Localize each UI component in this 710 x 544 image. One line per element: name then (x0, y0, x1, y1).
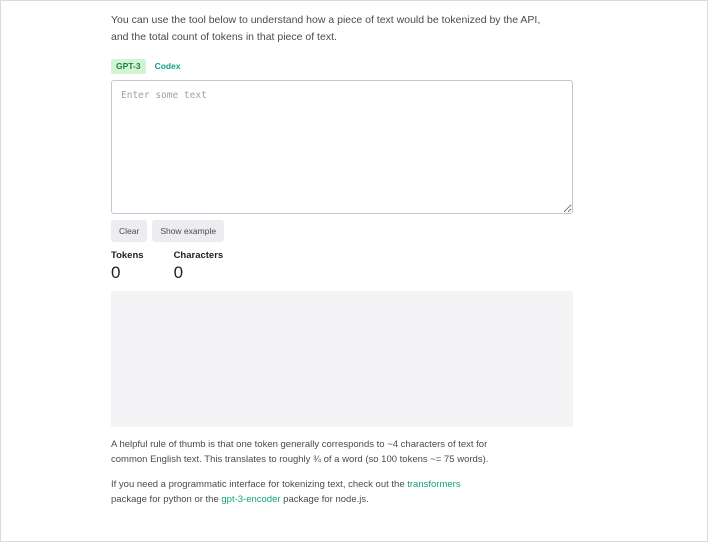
tokens-label: Tokens (111, 250, 144, 261)
show-example-button[interactable]: Show example (152, 220, 225, 242)
clear-button[interactable]: Clear (111, 220, 148, 242)
model-tabs: GPT-3 Codex (111, 59, 573, 74)
intro-line-2: and the total count of tokens in that pi… (111, 31, 337, 43)
programmatic-interface-text: If you need a programmatic interface for… (111, 477, 573, 507)
gpt-3-encoder-link[interactable]: gpt-3-encoder (221, 494, 280, 505)
intro-text: You can use the tool below to understand… (111, 12, 573, 46)
intro-line-1: You can use the tool below to understand… (111, 14, 541, 26)
characters-label: Characters (173, 250, 224, 261)
tab-codex[interactable]: Codex (150, 59, 186, 74)
rule-line-1: A helpful rule of thumb is that one toke… (111, 439, 488, 450)
characters-stat: Characters 0 (174, 250, 224, 283)
prog-text-before: If you need a programmatic interface for… (111, 479, 408, 490)
tokens-count: 0 (111, 263, 121, 282)
token-stats: Tokens 0 Characters 0 (111, 250, 573, 283)
rule-line-2: common English text. This translates to … (111, 454, 489, 465)
rule-of-thumb-text: A helpful rule of thumb is that one toke… (111, 437, 573, 467)
prog-text-after: package for node.js. (280, 494, 369, 505)
prog-text-middle: package for python or the (111, 494, 222, 505)
text-input[interactable] (111, 80, 573, 214)
tokens-stat: Tokens 0 (111, 250, 144, 283)
characters-count: 0 (173, 263, 184, 282)
tab-gpt-3[interactable]: GPT-3 (111, 59, 146, 74)
transformers-link[interactable]: transformers (407, 479, 460, 490)
action-buttons: Clear Show example (111, 220, 573, 242)
token-display-panel (111, 291, 573, 427)
tokenizer-content: You can use the tool below to understand… (111, 12, 573, 507)
